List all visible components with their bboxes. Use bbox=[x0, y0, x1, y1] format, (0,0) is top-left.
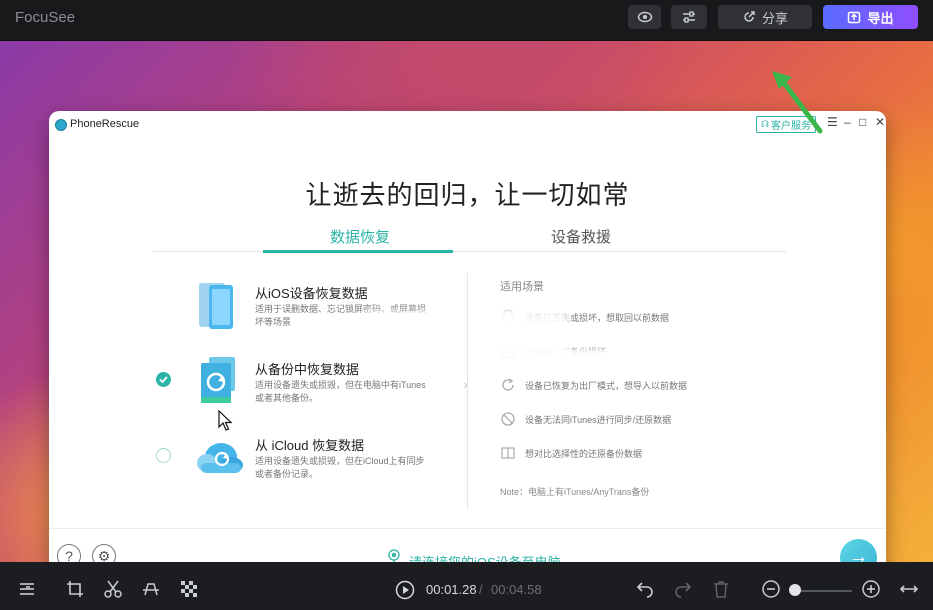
undo-icon[interactable] bbox=[635, 579, 655, 599]
phone-icon bbox=[199, 283, 233, 329]
top-bar: FocuSee 分享 导出 bbox=[0, 0, 933, 40]
headset-icon: ☊ bbox=[761, 119, 769, 129]
option-title: 从iOS设备恢复数据 bbox=[255, 286, 368, 301]
share-label: 分享 bbox=[761, 10, 788, 26]
compare-icon bbox=[501, 447, 515, 459]
phonerescue-logo-icon bbox=[55, 119, 67, 131]
share-icon bbox=[744, 11, 755, 22]
export-label: 导出 bbox=[867, 10, 894, 26]
sliders-icon bbox=[683, 11, 695, 23]
backup-icon bbox=[201, 357, 235, 403]
headline: 让逝去的回归，让一切如常 bbox=[305, 180, 630, 210]
timeline-toggle-icon[interactable] bbox=[17, 579, 37, 599]
menu-icon[interactable]: ☰ bbox=[827, 115, 838, 129]
scene-item: 设备已恢复为出厂模式，想导入以前数据 bbox=[500, 377, 687, 393]
zoom-out-icon[interactable] bbox=[761, 579, 781, 599]
active-tab-indicator bbox=[263, 250, 453, 253]
scissors-icon[interactable] bbox=[103, 579, 123, 599]
help-icon[interactable]: ? bbox=[57, 544, 81, 563]
speed-icon[interactable] bbox=[141, 579, 161, 599]
cloud-icon bbox=[197, 443, 243, 473]
time-separator: / bbox=[479, 582, 483, 597]
next-button[interactable]: → bbox=[840, 539, 877, 563]
mouse-cursor-icon bbox=[218, 410, 233, 431]
blur-overlay bbox=[362, 311, 452, 371]
close-icon[interactable]: ✕ bbox=[875, 115, 885, 129]
tab-divider bbox=[153, 251, 786, 252]
option-desc: 适用设备遗失或损毁，但在iCloud上有同步或者备份记录。 bbox=[255, 456, 425, 479]
current-time: 00:01.28 bbox=[426, 582, 477, 597]
minimize-icon[interactable]: – bbox=[844, 115, 851, 129]
tab-data-recovery[interactable]: 数据恢复 bbox=[330, 226, 390, 247]
arrow-right-icon: → bbox=[848, 546, 869, 563]
total-time: 00:04.58 bbox=[491, 582, 542, 597]
scene-item: 设备无法同iTunes进行同步/还原数据 bbox=[500, 411, 671, 427]
cable-icon bbox=[388, 549, 400, 563]
scene-item: 想对比选择性的还原备份数据 bbox=[500, 445, 642, 461]
annotation-arrow-icon bbox=[772, 71, 823, 134]
mosaic-icon[interactable] bbox=[179, 579, 199, 599]
option-title: 从 iCloud 恢复数据 bbox=[255, 438, 365, 453]
blur-overlay bbox=[552, 349, 608, 367]
connect-prompt: 请连接您的iOS设备至电脑 bbox=[387, 548, 561, 563]
export-icon bbox=[848, 11, 861, 24]
no-sync-icon bbox=[501, 412, 515, 426]
phonerescue-app-name: PhoneRescue bbox=[70, 118, 140, 130]
option-desc: 适用设备遗失或损毁，但在电脑中有iTunes或者其他备份。 bbox=[255, 380, 426, 403]
reset-icon bbox=[502, 378, 514, 391]
gear-icon[interactable]: ⚙ bbox=[92, 544, 116, 563]
fit-width-icon[interactable] bbox=[899, 579, 919, 599]
share-button[interactable]: 分享 bbox=[718, 5, 812, 29]
export-button[interactable]: 导出 bbox=[823, 5, 918, 29]
preview-button[interactable] bbox=[628, 5, 661, 29]
checkmark-icon bbox=[159, 376, 168, 384]
zoom-slider-handle[interactable] bbox=[789, 584, 801, 596]
option-title: 从备份中恢复数据 bbox=[255, 362, 360, 377]
redo-icon[interactable] bbox=[673, 579, 693, 599]
app-title: FocuSee bbox=[15, 9, 76, 26]
delete-icon[interactable] bbox=[711, 579, 731, 599]
phonerescue-window: PhoneRescue ☊ 客户服务 ☰ – □ ✕ 让逝去的回归，让一切如常 … bbox=[49, 111, 886, 563]
zoom-in-icon[interactable] bbox=[861, 579, 881, 599]
maximize-icon[interactable]: □ bbox=[859, 115, 866, 129]
radio-backup-selected[interactable] bbox=[156, 372, 171, 387]
bottom-toolbar: 00:01.28 / 00:04.58 bbox=[0, 562, 933, 610]
play-icon[interactable] bbox=[395, 580, 415, 600]
eye-icon bbox=[637, 11, 652, 23]
preview-canvas[interactable]: PhoneRescue ☊ 客户服务 ☰ – □ ✕ 让逝去的回归，让一切如常 … bbox=[0, 40, 933, 563]
note-text: Note：电脑上有iTunes/AnyTrans备份 bbox=[500, 487, 650, 497]
footer-divider bbox=[49, 528, 886, 529]
radio-icloud[interactable] bbox=[156, 448, 171, 463]
crop-icon[interactable] bbox=[65, 579, 85, 599]
settings-sliders-button[interactable] bbox=[671, 5, 707, 29]
chevron-right-icon: › bbox=[463, 376, 468, 392]
scenes-heading: 适用场景 bbox=[500, 281, 544, 293]
tab-device-rescue[interactable]: 设备救援 bbox=[551, 226, 611, 247]
